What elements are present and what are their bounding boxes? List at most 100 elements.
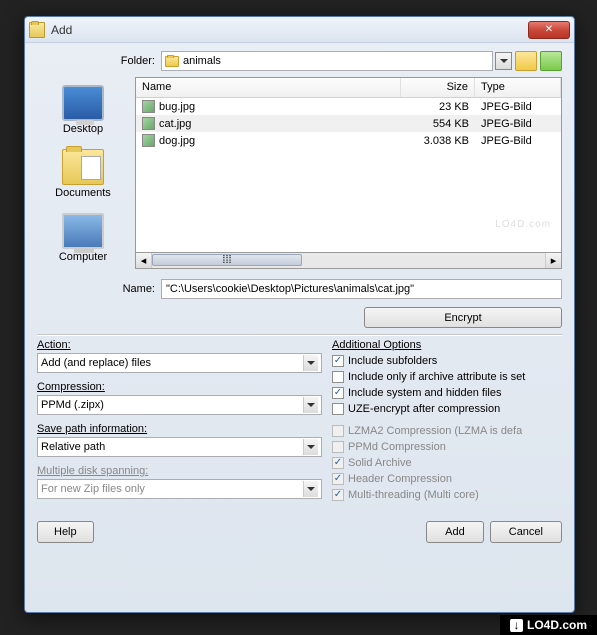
site-name: LO4D.com [527,618,587,632]
checkbox-icon [332,457,344,469]
folder-label: Folder: [37,55,161,67]
checkbox-icon [332,489,344,501]
action-combo[interactable]: Add (and replace) files [37,353,322,373]
new-folder-button[interactable] [540,51,562,71]
file-type: JPEG-Bild [475,135,561,147]
button-row: Help Add Cancel [37,521,562,543]
checkbox-label: Include only if archive attribute is set [348,371,525,383]
name-input[interactable]: "C:\Users\cookie\Desktop\Pictures\animal… [161,279,562,299]
checkbox-include-subfolders[interactable]: Include subfolders [332,353,562,369]
col-header-type[interactable]: Type [475,78,561,97]
documents-icon [62,149,104,185]
checkbox-archive-attribute[interactable]: Include only if archive attribute is set [332,369,562,385]
compression-combo[interactable]: PPMd (.zipx) [37,395,322,415]
horizontal-scrollbar[interactable]: ◂ ⁞⁞⁞ ▸ [135,253,562,269]
checkbox-icon [332,473,344,485]
scroll-track[interactable]: ⁞⁞⁞ [152,253,545,268]
savepath-combo[interactable]: Relative path [37,437,322,457]
sidebar-item-computer[interactable]: Computer [39,213,127,263]
diskspan-label: Multiple disk spanning: [37,465,322,477]
file-type: JPEG-Bild [475,101,561,113]
file-size: 23 KB [401,101,475,113]
window-title: Add [51,23,528,37]
file-row[interactable]: cat.jpg 554 KB JPEG-Bild [136,115,561,132]
site-watermark: ↓ LO4D.com [500,615,597,635]
file-name: cat.jpg [159,118,191,130]
savepath-value: Relative path [41,441,105,453]
places-sidebar: Desktop Documents Computer [37,77,129,271]
action-value: Add (and replace) files [41,357,151,369]
cancel-button[interactable]: Cancel [490,521,562,543]
checkbox-header-compression: Header Compression [332,471,562,487]
app-icon [29,22,45,38]
sidebar-item-documents[interactable]: Documents [39,149,127,199]
file-size: 3.038 KB [401,135,475,147]
file-pane: Name Size Type bug.jpg 23 KB JPEG-Bild c… [135,77,562,271]
name-label: Name: [37,283,161,295]
checkbox-solid-archive: Solid Archive [332,455,562,471]
encrypt-button[interactable]: Encrypt [364,307,562,328]
sidebar-item-desktop[interactable]: Desktop [39,85,127,135]
checkbox-uze-encrypt[interactable]: UZE-encrypt after compression [332,401,562,417]
dropdown-icon[interactable] [303,355,318,371]
dropdown-icon[interactable] [303,397,318,413]
download-icon: ↓ [510,619,523,632]
dropdown-icon[interactable] [303,439,318,455]
file-row[interactable]: dog.jpg 3.038 KB JPEG-Bild [136,132,561,149]
close-button[interactable]: ✕ [528,21,570,39]
name-row: Name: "C:\Users\cookie\Desktop\Pictures\… [37,279,562,299]
diskspan-value: For new Zip files only [41,483,145,495]
compression-value: PPMd (.zipx) [41,399,104,411]
sidebar-item-label: Documents [55,187,111,199]
checkbox-label: Header Compression [348,473,452,485]
browser-row: Desktop Documents Computer Name Size Typ… [37,77,562,271]
checkbox-label: Solid Archive [348,457,412,469]
checkbox-lzma2: LZMA2 Compression (LZMA is defa [332,423,562,439]
options-left: Action: Add (and replace) files Compress… [37,339,322,507]
watermark: LO4D.com [495,219,551,230]
folder-dropdown-button[interactable] [495,52,512,70]
encrypt-row: Encrypt [37,307,562,328]
name-value: "C:\Users\cookie\Desktop\Pictures\animal… [166,283,414,295]
titlebar[interactable]: Add ✕ [25,17,574,43]
desktop-icon [62,85,104,121]
options-right: Additional Options Include subfolders In… [332,339,562,507]
checkbox-label: Include subfolders [348,355,437,367]
options-row: Action: Add (and replace) files Compress… [37,339,562,507]
dialog-window: Add ✕ Folder: animals Desktop Document [24,16,575,613]
folder-value: animals [183,55,489,67]
dialog-body: Folder: animals Desktop Documents [25,43,574,555]
checkbox-icon[interactable] [332,371,344,383]
action-label: Action: [37,339,322,351]
scroll-left-button[interactable]: ◂ [136,253,152,268]
file-row[interactable]: bug.jpg 23 KB JPEG-Bild [136,98,561,115]
checkbox-label: PPMd Compression [348,441,446,453]
checkbox-icon[interactable] [332,403,344,415]
scroll-right-button[interactable]: ▸ [545,253,561,268]
diskspan-combo: For new Zip files only [37,479,322,499]
image-icon [142,117,155,130]
checkbox-multithreading: Multi-threading (Multi core) [332,487,562,503]
separator [37,334,562,335]
additional-options-title: Additional Options [332,339,562,351]
checkbox-icon[interactable] [332,387,344,399]
add-button[interactable]: Add [426,521,484,543]
folder-row: Folder: animals [37,51,562,71]
file-list[interactable]: Name Size Type bug.jpg 23 KB JPEG-Bild c… [135,77,562,253]
checkbox-icon [332,425,344,437]
help-button[interactable]: Help [37,521,94,543]
checkbox-label: Multi-threading (Multi core) [348,489,479,501]
compression-label: Compression: [37,381,322,393]
col-header-name[interactable]: Name [136,78,401,97]
file-list-header[interactable]: Name Size Type [136,78,561,98]
scroll-thumb[interactable]: ⁞⁞⁞ [152,254,302,266]
checkbox-system-hidden[interactable]: Include system and hidden files [332,385,562,401]
col-header-size[interactable]: Size [401,78,475,97]
folder-icon [165,56,179,67]
checkbox-icon [332,441,344,453]
checkbox-icon[interactable] [332,355,344,367]
checkbox-label: UZE-encrypt after compression [348,403,500,415]
folder-combo[interactable]: animals [161,51,493,71]
file-name: dog.jpg [159,135,195,147]
up-folder-button[interactable] [515,51,537,71]
